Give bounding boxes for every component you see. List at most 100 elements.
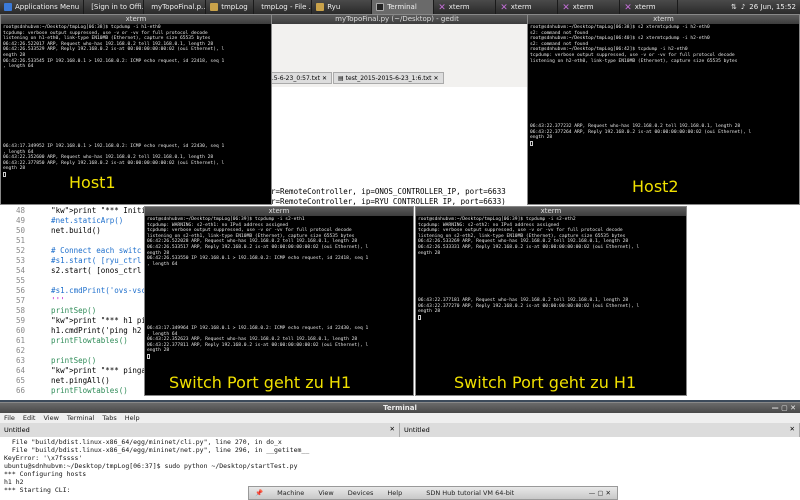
task-tmplog[interactable]: tmpLog (206, 0, 255, 14)
line-number: 62 (15, 346, 25, 355)
task-label: myTopoFinal.p... (151, 3, 207, 11)
vm-menubar: 📌 Machine View Devices Help SDN Hub tuto… (248, 486, 618, 500)
terminal-line: h1 h2 (4, 478, 24, 486)
window-title: xterm (268, 207, 290, 215)
terminal-output[interactable]: root@sdnhubvm:~/Desktop/tmpLog[06:39]$ t… (416, 216, 686, 257)
terminal-tab-1[interactable]: Untitled ✕ (0, 423, 400, 437)
line-number: 63 (15, 356, 25, 365)
task-xterm-4[interactable]: ✕ xterm (620, 0, 679, 14)
terminal-output[interactable]: 06:43:22.377181 ARP, Request who-has 192… (416, 297, 641, 322)
code-text: #s1.cmdPrint('ovs-vsc (33, 286, 146, 295)
menu-terminal[interactable]: Terminal (67, 414, 94, 422)
task-label: xterm (634, 3, 656, 11)
xterm-host1[interactable]: xterm root@sdnhubvm:~/Desktop/tmpLog[06:… (0, 14, 272, 205)
host1-label: Host1 (69, 173, 116, 192)
host2-label: Host2 (632, 177, 679, 196)
terminal-cursor (530, 140, 533, 146)
gedit-textarea[interactable]: r=RemoteController, ip=ONOS_CONTROLLER_I… (263, 87, 531, 213)
terminal-tabbar: Untitled ✕ Untitled ✕ (0, 423, 800, 437)
vm-menu-view[interactable]: View (318, 489, 333, 497)
menu-view[interactable]: View (43, 414, 58, 422)
xterm-titlebar[interactable]: xterm (1, 15, 271, 24)
xterm-titlebar[interactable]: xterm (528, 15, 799, 24)
close-icon[interactable]: ✕ (322, 75, 327, 82)
applications-menu-button[interactable]: Applications Menu (0, 0, 85, 14)
terminal-menubar: File Edit View Terminal Tabs Help (0, 413, 800, 423)
terminal-output[interactable]: root@sdnhubvm:~/Desktop/tmpLog[06:38]$ t… (1, 24, 271, 71)
terminal-titlebar[interactable]: Terminal — ▢ ✕ (0, 403, 800, 413)
menu-edit[interactable]: Edit (23, 414, 36, 422)
window-title: xterm (540, 207, 562, 215)
code-text: net.pingAll() (33, 376, 110, 385)
task-mytopo[interactable]: myTopoFinal.p... (144, 0, 207, 14)
tab-label: test_2015-2015-6-23_1:6.txt (345, 74, 432, 82)
terminal-line: ength 28 (530, 135, 553, 141)
window-controls[interactable]: — ▢ ✕ (772, 403, 796, 413)
line-number: 55 (15, 276, 25, 285)
code-text: #s1.start( [ryu_ctrl (33, 256, 142, 265)
terminal-line: 06:43:22.377232 ARP, Request who-has 192… (530, 124, 741, 129)
terminal-line: 06:43:22.352623 ARP, Request who-has 192… (147, 337, 358, 343)
clock[interactable]: 26 Jun, 15:52 (749, 3, 796, 11)
close-icon[interactable]: ✕ (390, 425, 395, 433)
xterm-host2[interactable]: xterm root@sdnhubvm:~/Desktop/tmpLog[06:… (527, 14, 800, 205)
code-text: printFlowtables() (33, 336, 128, 345)
xterm-titlebar[interactable]: xterm (416, 207, 686, 216)
line-number: 52 (15, 246, 25, 255)
terminal-cursor (418, 314, 421, 320)
xterm-switch-eth1[interactable]: xterm root@sdnhubvm:~/Desktop/tmpLog[06:… (144, 206, 414, 396)
task-ryu[interactable]: Ryu (312, 0, 373, 14)
terminal-line: 06:43:22.377270 ARP, Reply 192.168.0.2 i… (418, 303, 640, 309)
close-icon[interactable]: ✕ (790, 425, 795, 433)
xterm-switch-eth2[interactable]: xterm root@sdnhubvm:~/Desktop/tmpLog[06:… (415, 206, 687, 396)
menu-tabs[interactable]: Tabs (102, 414, 116, 422)
xterm-titlebar[interactable]: xterm (145, 207, 413, 216)
code-text: printSep() (33, 356, 97, 365)
task-xterm-3[interactable]: ✕ xterm (558, 0, 621, 14)
vm-menu-devices[interactable]: Devices (348, 489, 374, 497)
task-label: Terminal (387, 3, 417, 11)
terminal-line: , length 64 (147, 261, 178, 267)
task-label: xterm (572, 3, 594, 11)
line-number: 53 (15, 256, 25, 265)
terminal-output[interactable]: root@sdnhubvm:~/Desktop/tmpLog[06:38]$ s… (528, 24, 799, 65)
network-icon[interactable]: ⇅ (731, 3, 737, 11)
code-text: s2.start( [onos_ctrl (33, 266, 142, 275)
volume-icon[interactable]: ♪ (741, 3, 745, 11)
pin-icon[interactable]: 📌 (255, 489, 263, 497)
vm-menu-help[interactable]: Help (387, 489, 402, 497)
line-number: 65 (15, 376, 25, 385)
vm-menu-machine[interactable]: Machine (277, 489, 304, 497)
terminal-output[interactable]: 06:43:22.377232 ARP, Request who-has 192… (528, 123, 753, 148)
terminal-line: 06:43:22.377811 ARP, Reply 192.168.0.2 i… (147, 342, 369, 348)
task-xterm-1[interactable]: ✕ xterm (434, 0, 497, 14)
terminal-line: 06:43:17.349952 IP 192.168.0.1 > 192.168… (3, 144, 225, 149)
terminal-line: ength 28 (418, 250, 441, 256)
terminal-line: , length 64 (3, 64, 34, 70)
vm-controls[interactable]: — ▢ ✕ (589, 489, 611, 497)
terminal-output[interactable]: 06:43:17.349964 IP 192.168.0.1 > 192.168… (145, 325, 370, 362)
task-terminal[interactable]: Terminal (372, 0, 435, 14)
switch-port-label: Switch Port geht zu H1 (454, 373, 637, 392)
line-number: 49 (15, 216, 25, 225)
terminal-tab-2[interactable]: Untitled ✕ (400, 423, 800, 437)
terminal-line: 06:43:22.377264 ARP, Reply 192.168.0.2 i… (530, 129, 752, 135)
task-tmplog-file[interactable]: tmpLog - File ... (254, 0, 313, 14)
menu-file[interactable]: File (4, 414, 15, 422)
x-icon: ✕ (438, 3, 446, 13)
terminal-line: KeyError: '\x7fssss' (4, 454, 83, 462)
task-signin[interactable]: [Sign in to Offi... (84, 0, 145, 14)
code-text: # Connect each switc (33, 246, 142, 255)
task-label: xterm (448, 3, 470, 11)
task-xterm-2[interactable]: ✕ xterm (496, 0, 559, 14)
terminal-output[interactable]: root@sdnhubvm:~/Desktop/tmpLog[06:39]$ t… (145, 216, 413, 268)
task-label: Ryu (327, 3, 341, 11)
close-icon[interactable]: ✕ (434, 75, 439, 82)
gedit-window[interactable]: myTopoFinal.py (~/Desktop) - gedit ...5-… (262, 14, 532, 214)
gedit-tab-2[interactable]: ▤ test_2015-2015-6-23_1:6.txt ✕ (333, 72, 444, 84)
apps-menu-label: Applications Menu (15, 3, 80, 11)
menu-help[interactable]: Help (125, 414, 140, 422)
gedit-tab-1[interactable]: ...5-6-23_0:57.txt ✕ (263, 72, 332, 84)
gedit-titlebar[interactable]: myTopoFinal.py (~/Desktop) - gedit (263, 15, 531, 24)
terminal-line: File "build/bdist.linux-x86_64/egg/minin… (4, 446, 310, 454)
